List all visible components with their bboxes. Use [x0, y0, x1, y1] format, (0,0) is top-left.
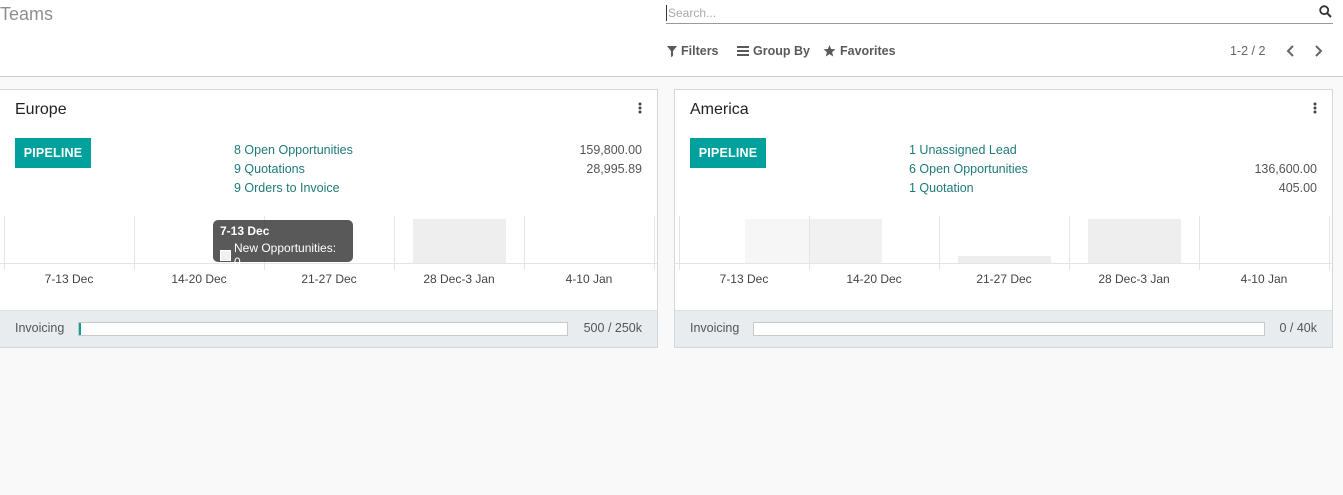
tooltip-title: 7-13 Dec — [220, 224, 270, 238]
team-card-america[interactable]: America PIPELINE 1 Unassigned Lead 6 Ope… — [674, 89, 1333, 348]
tick-label: 21-27 Dec — [976, 272, 1032, 286]
invoicing-value[interactable]: 500 / 250k — [584, 321, 642, 335]
pipeline-button[interactable]: PIPELINE — [15, 138, 91, 168]
filters-label: Filters — [681, 44, 719, 58]
tick-label: 7-13 Dec — [44, 272, 94, 286]
graph-bar[interactable] — [413, 219, 506, 263]
invoicing-value[interactable]: 0 / 40k — [1279, 321, 1317, 335]
quotations-link[interactable]: 9 Quotations — [234, 162, 305, 176]
text-caret — [666, 5, 667, 21]
group-by-button[interactable]: Group By — [737, 44, 810, 58]
invoicing-progress-bar[interactable] — [78, 322, 568, 336]
stat-row: 9 Orders to Invoice — [234, 178, 642, 197]
favorites-button[interactable]: Favorites — [823, 44, 896, 58]
search-input[interactable] — [668, 4, 1308, 22]
graph-tooltip: 7-13 Dec New Opportunities: 0 — [213, 220, 353, 269]
progress-fill — [79, 323, 81, 335]
tick-label: 7-13 Dec — [719, 272, 769, 286]
tick-label: 28 Dec-3 Jan — [423, 272, 495, 286]
unassigned-lead-link[interactable]: 1 Unassigned Lead — [909, 143, 1017, 157]
grid-line — [134, 216, 135, 270]
grid-line — [939, 216, 940, 270]
team-card-europe[interactable]: Europe PIPELINE 8 Open Opportunities 159… — [0, 89, 658, 348]
graph-bar[interactable] — [745, 219, 809, 263]
invoicing-footer: Invoicing 0 / 40k — [675, 310, 1332, 347]
open-opportunities-link[interactable]: 6 Open Opportunities — [909, 162, 1028, 176]
search-bar[interactable] — [666, 2, 1333, 24]
star-icon — [823, 45, 836, 57]
open-opportunities-link[interactable]: 8 Open Opportunities — [234, 143, 353, 157]
opportunities-graph[interactable]: 7-13 Dec 14-20 Dec 21-27 Dec 28 Dec-3 Ja… — [675, 216, 1332, 286]
bars-icon — [737, 46, 749, 56]
grid-line — [1329, 216, 1330, 270]
orders-to-invoice-link[interactable]: 9 Orders to Invoice — [234, 181, 340, 195]
page-title: Teams — [0, 4, 54, 24]
tooltip-text: New Opportunities: 0 — [234, 241, 337, 269]
stat-row: 1 Unassigned Lead — [909, 140, 1317, 159]
graph-bar[interactable] — [958, 256, 1051, 263]
search-icon[interactable] — [1319, 5, 1333, 19]
more-options-icon[interactable] — [1312, 102, 1318, 116]
team-name[interactable]: America — [690, 101, 749, 119]
invoicing-label: Invoicing — [15, 321, 65, 335]
quotation-link[interactable]: 1 Quotation — [909, 181, 974, 195]
tick-label: 14-20 Dec — [171, 272, 227, 286]
pager-value[interactable]: 1-2 / 2 — [1230, 44, 1265, 58]
grid-line — [4, 216, 5, 270]
tick-label: 4-10 Jan — [565, 272, 613, 286]
team-stats: 1 Unassigned Lead 6 Open Opportunities 1… — [909, 140, 1317, 197]
grid-line — [1069, 216, 1070, 270]
team-stats: 8 Open Opportunities 159,800.00 9 Quotat… — [234, 140, 642, 197]
pager-previous-icon[interactable] — [1284, 43, 1298, 59]
group-by-label: Group By — [753, 44, 810, 58]
invoicing-footer: Invoicing 500 / 250k — [0, 310, 657, 347]
grid-line — [1199, 216, 1200, 270]
stat-row: 1 Quotation 405.00 — [909, 178, 1317, 197]
x-axis — [675, 263, 1332, 264]
invoicing-progress-bar[interactable] — [753, 322, 1265, 336]
invoicing-label: Invoicing — [690, 321, 740, 335]
stat-value: 159,800.00 — [579, 142, 642, 157]
stat-row: 9 Quotations 28,995.89 — [234, 159, 642, 178]
tick-label: 14-20 Dec — [846, 272, 902, 286]
filters-button[interactable]: Filters — [667, 44, 719, 58]
favorites-label: Favorites — [840, 44, 896, 58]
pager-next-icon[interactable] — [1311, 43, 1325, 59]
graph-bar[interactable] — [810, 219, 882, 263]
stat-row: 6 Open Opportunities 136,600.00 — [909, 159, 1317, 178]
stat-value: 405.00 — [1278, 180, 1317, 195]
control-panel: Teams Filters Group By Favorites 1-2 / 2 — [0, 0, 1343, 77]
tick-label: 28 Dec-3 Jan — [1098, 272, 1170, 286]
stat-value: 136,600.00 — [1254, 161, 1317, 176]
stat-value: 28,995.89 — [586, 161, 642, 176]
stat-row: 8 Open Opportunities 159,800.00 — [234, 140, 642, 159]
grid-line — [679, 216, 680, 270]
grid-line — [394, 216, 395, 270]
tick-label: 21-27 Dec — [301, 272, 357, 286]
legend-swatch — [220, 249, 231, 261]
filter-icon — [667, 45, 677, 57]
graph-bar[interactable] — [1088, 219, 1181, 263]
grid-line — [654, 216, 655, 270]
tick-label: 4-10 Jan — [1240, 272, 1288, 286]
tooltip-row: New Opportunities: 0 — [220, 241, 346, 269]
grid-line — [524, 216, 525, 270]
team-name[interactable]: Europe — [15, 101, 67, 119]
more-options-icon[interactable] — [637, 102, 643, 116]
pipeline-button[interactable]: PIPELINE — [690, 138, 766, 168]
